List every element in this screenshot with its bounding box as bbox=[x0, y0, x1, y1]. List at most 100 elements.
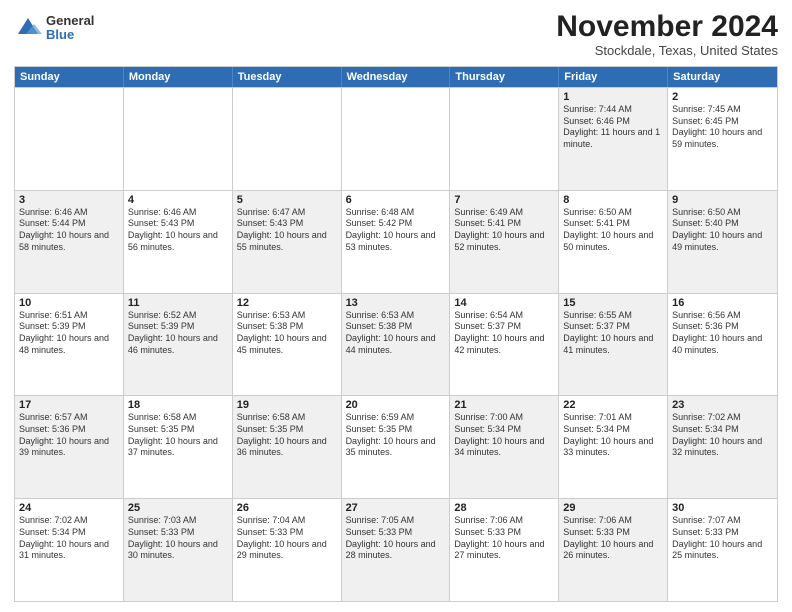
day-info: Sunrise: 6:51 AM Sunset: 5:39 PM Dayligh… bbox=[19, 310, 119, 357]
day-number: 18 bbox=[128, 399, 228, 411]
day-cell-11: 11Sunrise: 6:52 AM Sunset: 5:39 PM Dayli… bbox=[124, 294, 233, 396]
day-cell-25: 25Sunrise: 7:03 AM Sunset: 5:33 PM Dayli… bbox=[124, 499, 233, 601]
day-header-thursday: Thursday bbox=[450, 67, 559, 87]
day-info: Sunrise: 6:58 AM Sunset: 5:35 PM Dayligh… bbox=[128, 412, 228, 459]
day-cell-14: 14Sunrise: 6:54 AM Sunset: 5:37 PM Dayli… bbox=[450, 294, 559, 396]
day-number: 12 bbox=[237, 297, 337, 309]
day-cell-7: 7Sunrise: 6:49 AM Sunset: 5:41 PM Daylig… bbox=[450, 191, 559, 293]
day-number: 21 bbox=[454, 399, 554, 411]
day-number: 13 bbox=[346, 297, 446, 309]
day-cell-2: 2Sunrise: 7:45 AM Sunset: 6:45 PM Daylig… bbox=[668, 88, 777, 190]
calendar-row-2: 10Sunrise: 6:51 AM Sunset: 5:39 PM Dayli… bbox=[15, 293, 777, 396]
day-number: 14 bbox=[454, 297, 554, 309]
page: General Blue November 2024 Stockdale, Te… bbox=[0, 0, 792, 612]
day-number: 25 bbox=[128, 502, 228, 514]
day-number: 3 bbox=[19, 194, 119, 206]
day-info: Sunrise: 7:45 AM Sunset: 6:45 PM Dayligh… bbox=[672, 104, 773, 151]
logo-text: General Blue bbox=[46, 14, 94, 43]
day-info: Sunrise: 6:53 AM Sunset: 5:38 PM Dayligh… bbox=[346, 310, 446, 357]
day-cell-15: 15Sunrise: 6:55 AM Sunset: 5:37 PM Dayli… bbox=[559, 294, 668, 396]
day-cell-9: 9Sunrise: 6:50 AM Sunset: 5:40 PM Daylig… bbox=[668, 191, 777, 293]
day-info: Sunrise: 6:48 AM Sunset: 5:42 PM Dayligh… bbox=[346, 207, 446, 254]
calendar-row-4: 24Sunrise: 7:02 AM Sunset: 5:34 PM Dayli… bbox=[15, 498, 777, 601]
day-number: 4 bbox=[128, 194, 228, 206]
day-cell-24: 24Sunrise: 7:02 AM Sunset: 5:34 PM Dayli… bbox=[15, 499, 124, 601]
calendar-row-3: 17Sunrise: 6:57 AM Sunset: 5:36 PM Dayli… bbox=[15, 395, 777, 498]
day-cell-4: 4Sunrise: 6:46 AM Sunset: 5:43 PM Daylig… bbox=[124, 191, 233, 293]
day-number: 28 bbox=[454, 502, 554, 514]
empty-cell-0-1 bbox=[124, 88, 233, 190]
day-info: Sunrise: 7:00 AM Sunset: 5:34 PM Dayligh… bbox=[454, 412, 554, 459]
empty-cell-0-4 bbox=[450, 88, 559, 190]
day-info: Sunrise: 6:56 AM Sunset: 5:36 PM Dayligh… bbox=[672, 310, 773, 357]
logo: General Blue bbox=[14, 14, 94, 43]
calendar: SundayMondayTuesdayWednesdayThursdayFrid… bbox=[14, 66, 778, 602]
calendar-body: 1Sunrise: 7:44 AM Sunset: 6:46 PM Daylig… bbox=[15, 87, 777, 601]
day-header-saturday: Saturday bbox=[668, 67, 777, 87]
day-cell-29: 29Sunrise: 7:06 AM Sunset: 5:33 PM Dayli… bbox=[559, 499, 668, 601]
day-info: Sunrise: 7:44 AM Sunset: 6:46 PM Dayligh… bbox=[563, 104, 663, 151]
day-info: Sunrise: 7:04 AM Sunset: 5:33 PM Dayligh… bbox=[237, 515, 337, 562]
day-number: 20 bbox=[346, 399, 446, 411]
day-number: 23 bbox=[672, 399, 773, 411]
day-number: 26 bbox=[237, 502, 337, 514]
day-header-wednesday: Wednesday bbox=[342, 67, 451, 87]
day-info: Sunrise: 7:05 AM Sunset: 5:33 PM Dayligh… bbox=[346, 515, 446, 562]
logo-general-text: General bbox=[46, 14, 94, 28]
day-cell-30: 30Sunrise: 7:07 AM Sunset: 5:33 PM Dayli… bbox=[668, 499, 777, 601]
day-cell-17: 17Sunrise: 6:57 AM Sunset: 5:36 PM Dayli… bbox=[15, 396, 124, 498]
calendar-row-1: 3Sunrise: 6:46 AM Sunset: 5:44 PM Daylig… bbox=[15, 190, 777, 293]
day-info: Sunrise: 6:50 AM Sunset: 5:41 PM Dayligh… bbox=[563, 207, 663, 254]
day-cell-8: 8Sunrise: 6:50 AM Sunset: 5:41 PM Daylig… bbox=[559, 191, 668, 293]
month-title: November 2024 bbox=[556, 10, 778, 43]
day-info: Sunrise: 6:46 AM Sunset: 5:44 PM Dayligh… bbox=[19, 207, 119, 254]
day-cell-13: 13Sunrise: 6:53 AM Sunset: 5:38 PM Dayli… bbox=[342, 294, 451, 396]
calendar-row-0: 1Sunrise: 7:44 AM Sunset: 6:46 PM Daylig… bbox=[15, 87, 777, 190]
day-cell-18: 18Sunrise: 6:58 AM Sunset: 5:35 PM Dayli… bbox=[124, 396, 233, 498]
day-number: 17 bbox=[19, 399, 119, 411]
day-number: 30 bbox=[672, 502, 773, 514]
day-info: Sunrise: 6:52 AM Sunset: 5:39 PM Dayligh… bbox=[128, 310, 228, 357]
day-cell-6: 6Sunrise: 6:48 AM Sunset: 5:42 PM Daylig… bbox=[342, 191, 451, 293]
empty-cell-0-0 bbox=[15, 88, 124, 190]
day-info: Sunrise: 6:49 AM Sunset: 5:41 PM Dayligh… bbox=[454, 207, 554, 254]
day-number: 27 bbox=[346, 502, 446, 514]
calendar-header: SundayMondayTuesdayWednesdayThursdayFrid… bbox=[15, 67, 777, 87]
day-info: Sunrise: 6:46 AM Sunset: 5:43 PM Dayligh… bbox=[128, 207, 228, 254]
header: General Blue November 2024 Stockdale, Te… bbox=[14, 10, 778, 58]
day-cell-5: 5Sunrise: 6:47 AM Sunset: 5:43 PM Daylig… bbox=[233, 191, 342, 293]
day-cell-16: 16Sunrise: 6:56 AM Sunset: 5:36 PM Dayli… bbox=[668, 294, 777, 396]
day-info: Sunrise: 6:53 AM Sunset: 5:38 PM Dayligh… bbox=[237, 310, 337, 357]
day-cell-23: 23Sunrise: 7:02 AM Sunset: 5:34 PM Dayli… bbox=[668, 396, 777, 498]
day-info: Sunrise: 7:06 AM Sunset: 5:33 PM Dayligh… bbox=[454, 515, 554, 562]
location: Stockdale, Texas, United States bbox=[556, 43, 778, 58]
day-number: 6 bbox=[346, 194, 446, 206]
day-info: Sunrise: 6:58 AM Sunset: 5:35 PM Dayligh… bbox=[237, 412, 337, 459]
day-info: Sunrise: 7:02 AM Sunset: 5:34 PM Dayligh… bbox=[19, 515, 119, 562]
empty-cell-0-2 bbox=[233, 88, 342, 190]
day-cell-21: 21Sunrise: 7:00 AM Sunset: 5:34 PM Dayli… bbox=[450, 396, 559, 498]
day-header-friday: Friday bbox=[559, 67, 668, 87]
day-number: 11 bbox=[128, 297, 228, 309]
day-header-sunday: Sunday bbox=[15, 67, 124, 87]
day-cell-20: 20Sunrise: 6:59 AM Sunset: 5:35 PM Dayli… bbox=[342, 396, 451, 498]
day-number: 9 bbox=[672, 194, 773, 206]
day-number: 19 bbox=[237, 399, 337, 411]
day-cell-10: 10Sunrise: 6:51 AM Sunset: 5:39 PM Dayli… bbox=[15, 294, 124, 396]
logo-icon bbox=[14, 14, 42, 42]
day-number: 1 bbox=[563, 91, 663, 103]
day-number: 2 bbox=[672, 91, 773, 103]
day-info: Sunrise: 6:50 AM Sunset: 5:40 PM Dayligh… bbox=[672, 207, 773, 254]
empty-cell-0-3 bbox=[342, 88, 451, 190]
day-cell-12: 12Sunrise: 6:53 AM Sunset: 5:38 PM Dayli… bbox=[233, 294, 342, 396]
day-info: Sunrise: 6:54 AM Sunset: 5:37 PM Dayligh… bbox=[454, 310, 554, 357]
day-cell-27: 27Sunrise: 7:05 AM Sunset: 5:33 PM Dayli… bbox=[342, 499, 451, 601]
day-info: Sunrise: 6:55 AM Sunset: 5:37 PM Dayligh… bbox=[563, 310, 663, 357]
day-cell-22: 22Sunrise: 7:01 AM Sunset: 5:34 PM Dayli… bbox=[559, 396, 668, 498]
day-cell-19: 19Sunrise: 6:58 AM Sunset: 5:35 PM Dayli… bbox=[233, 396, 342, 498]
day-number: 5 bbox=[237, 194, 337, 206]
logo-blue-text: Blue bbox=[46, 28, 94, 42]
day-number: 15 bbox=[563, 297, 663, 309]
day-number: 7 bbox=[454, 194, 554, 206]
day-info: Sunrise: 6:57 AM Sunset: 5:36 PM Dayligh… bbox=[19, 412, 119, 459]
